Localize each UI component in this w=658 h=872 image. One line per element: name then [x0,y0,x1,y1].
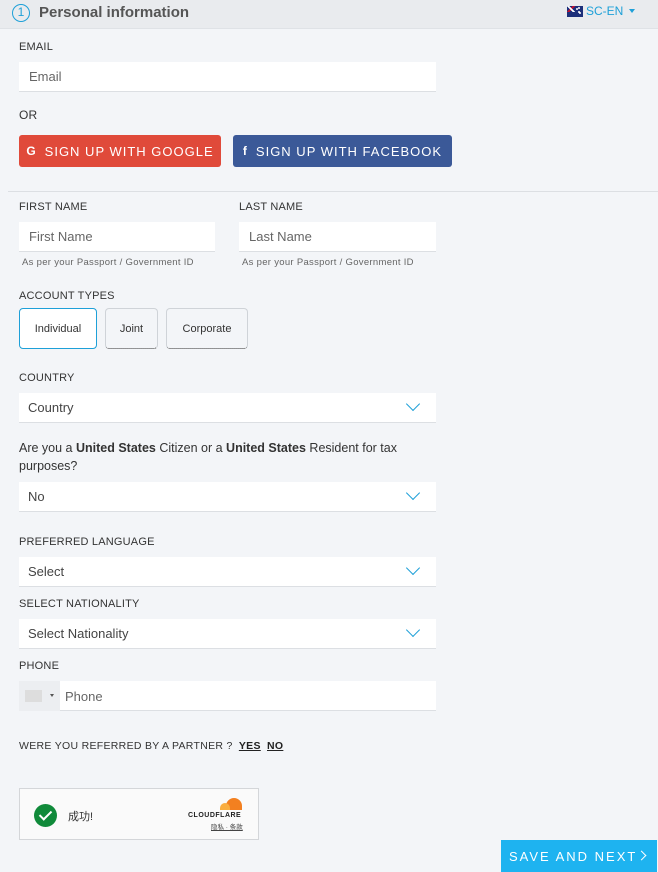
email-input[interactable] [19,62,436,92]
country-select-value: Country [28,400,74,415]
cloudflare-brand: CLOUDFLARE [188,812,242,819]
referral-yes-link[interactable]: YES [239,740,261,752]
us-tax-select-value: No [28,489,45,504]
save-and-next-button[interactable]: SAVE AND NEXT [501,840,657,872]
phone-label: PHONE [19,660,60,672]
facebook-icon: f [242,144,248,158]
chevron-down-icon [405,560,421,576]
flag-placeholder-icon [25,690,42,702]
chevron-down-icon [405,396,421,412]
or-separator: OR [19,108,38,122]
google-icon: G [26,144,37,158]
referral-question: WERE YOU REFERRED BY A PARTNER ? YES NO [19,740,284,752]
account-types-label: ACCOUNT TYPES [19,290,115,302]
account-type-corporate[interactable]: Corporate [166,308,248,349]
cloudflare-logo-icon [220,798,246,810]
first-name-input[interactable] [19,222,215,252]
chevron-right-icon [636,850,647,861]
preferred-language-label: PREFERRED LANGUAGE [19,536,155,548]
nationality-select-value: Select Nationality [28,626,129,641]
account-type-individual[interactable]: Individual [19,308,97,349]
last-name-label: LAST NAME [239,201,303,213]
facebook-signup-button[interactable]: f SIGN UP WITH FACEBOOK [233,135,452,167]
language-selector[interactable]: SC-EN [567,4,636,18]
last-name-input[interactable] [239,222,436,252]
success-check-icon [34,804,57,827]
referral-no-link[interactable]: NO [267,740,283,752]
first-name-label: FIRST NAME [19,201,88,213]
phone-input[interactable] [60,681,436,711]
google-signup-label: SIGN UP WITH GOOGLE [44,143,214,159]
chevron-down-icon [405,622,421,638]
preferred-language-value: Select [28,564,65,579]
phone-field [19,681,436,711]
captcha-privacy-terms-links[interactable]: 隐私 · 条款 [211,821,243,831]
country-label: COUNTRY [19,372,75,384]
nationality-label: SELECT NATIONALITY [19,598,140,610]
chevron-down-icon [405,485,421,501]
captcha-status: 成功! [68,811,94,823]
facebook-signup-label: SIGN UP WITH FACEBOOK [255,143,443,159]
email-label: EMAIL [19,41,54,53]
caret-down-icon [629,9,636,13]
language-code: SC-EN [586,4,624,18]
first-name-hint: As per your Passport / Government ID [22,257,194,268]
us-tax-select[interactable]: No [19,482,436,512]
australia-flag-icon [567,5,583,17]
section-title: Personal information [39,4,190,21]
country-select[interactable]: Country [19,393,436,423]
account-type-joint[interactable]: Joint [105,308,158,349]
caret-down-icon [50,694,54,697]
section-header: 1 Personal information SC-EN [0,0,658,29]
cloudflare-captcha[interactable]: 成功! CLOUDFLARE 隐私 · 条款 [19,788,259,840]
preferred-language-select[interactable]: Select [19,557,436,587]
google-signup-button[interactable]: G SIGN UP WITH GOOGLE [19,135,221,167]
step-number-badge: 1 [12,4,30,22]
section-divider [8,191,658,192]
phone-country-dropdown[interactable] [19,681,60,711]
nationality-select[interactable]: Select Nationality [19,619,436,649]
last-name-hint: As per your Passport / Government ID [242,257,414,268]
save-and-next-label: SAVE AND NEXT [509,848,638,864]
us-tax-question: Are you a United States Citizen or a Uni… [19,441,397,473]
